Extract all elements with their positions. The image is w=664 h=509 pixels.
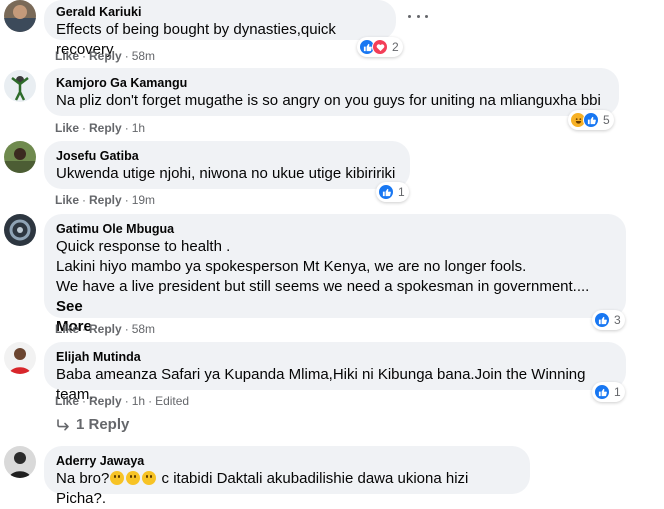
avatar[interactable]	[4, 70, 36, 102]
comment-author[interactable]: Aderry Jawaya	[56, 453, 518, 469]
timestamp[interactable]: 58m	[132, 322, 155, 336]
comment-author[interactable]: Kamjoro Ga Kamangu	[56, 75, 607, 91]
love-icon	[372, 39, 388, 55]
more-options-button[interactable]	[408, 10, 428, 22]
reply-arrow-icon	[57, 418, 69, 430]
like-action[interactable]: Like	[55, 121, 79, 135]
reply-action[interactable]: Reply	[89, 322, 122, 336]
reply-action[interactable]: Reply	[89, 121, 122, 135]
avatar[interactable]	[4, 0, 36, 32]
thinking-emoji-icon	[126, 471, 141, 485]
timestamp[interactable]: 1h	[132, 121, 145, 135]
comment-actions: Like · Reply · 1h	[55, 121, 146, 135]
thinking-emoji-icon	[110, 471, 125, 485]
comment-line: Lakini hiyo mambo ya spokesperson Mt Ken…	[56, 258, 527, 275]
reaction-count: 1	[614, 385, 621, 399]
avatar[interactable]	[4, 446, 36, 478]
timestamp[interactable]: 1h	[132, 394, 145, 408]
avatar[interactable]	[4, 214, 36, 246]
timestamp[interactable]: 58m	[132, 49, 155, 63]
like-icon	[378, 184, 394, 200]
comment-author[interactable]: Josefu Gatiba	[56, 148, 398, 164]
like-action[interactable]: Like	[55, 49, 79, 63]
comment-actions: Like · Reply · 19m	[55, 193, 156, 207]
see-more-link[interactable]: See	[56, 298, 83, 315]
like-icon	[583, 112, 599, 128]
comment-text: Na pliz don't forget mugathe is so angry…	[56, 92, 601, 109]
comment-bubble: Aderry Jawaya Na bro? c itabidi Daktali …	[44, 446, 530, 507]
comment-bubble: Elijah Mutinda Baba ameanza Safari ya Ku…	[44, 342, 626, 403]
like-icon	[594, 384, 610, 400]
reply-action[interactable]: Reply	[89, 193, 122, 207]
comment-text-start: Na bro?	[56, 470, 110, 487]
comment-text: Na bro? c itabidi Daktali akubadilishie …	[56, 469, 518, 509]
comment-text: Ukwenda utige njohi, niwona no ukue utig…	[56, 165, 396, 182]
reactions-summary[interactable]: 3	[592, 310, 625, 330]
comment-actions: Like · Reply · 58m	[55, 49, 156, 63]
comment-bubble: Josefu Gatiba Ukwenda utige njohi, niwon…	[44, 141, 410, 189]
like-action[interactable]: Like	[55, 193, 79, 207]
like-action[interactable]: Like	[55, 394, 79, 408]
thinking-emoji-icon	[142, 471, 157, 485]
like-action[interactable]: Like	[55, 322, 79, 336]
reactions-summary[interactable]: 1	[592, 382, 625, 402]
avatar[interactable]	[4, 342, 36, 374]
comment-line: We have a live president but still seems…	[56, 277, 614, 317]
reactions-summary[interactable]: 2	[357, 37, 403, 57]
reply-action[interactable]: Reply	[89, 49, 122, 63]
comment-bubble: Gerald Kariuki Effects of being bought b…	[44, 0, 396, 58]
like-icon	[594, 312, 610, 328]
view-replies-link[interactable]: 1 Reply	[56, 416, 129, 433]
comment-actions: Like · Reply · 58m	[55, 322, 156, 336]
comment-actions: Like · Reply · 1h · Edited	[55, 394, 190, 408]
comment-line: Quick response to health .	[56, 238, 231, 255]
comment-author[interactable]: Gerald Kariuki	[56, 4, 384, 20]
reaction-count: 2	[392, 40, 399, 54]
comment-line-text: We have a live president but still seems…	[56, 278, 590, 295]
reaction-count: 5	[603, 113, 610, 127]
avatar[interactable]	[4, 141, 36, 173]
comment-bubble: Gatimu Ole Mbugua Quick response to heal…	[44, 214, 626, 335]
comment-bubble: Kamjoro Ga Kamangu Na pliz don't forget …	[44, 68, 619, 116]
comment-author[interactable]: Elijah Mutinda	[56, 349, 614, 365]
view-replies-label: 1 Reply	[76, 416, 130, 433]
comment-author[interactable]: Gatimu Ole Mbugua	[56, 221, 614, 237]
reactions-summary[interactable]: 1	[376, 182, 409, 202]
reaction-count: 1	[398, 185, 405, 199]
timestamp[interactable]: 19m	[132, 193, 155, 207]
reactions-summary[interactable]: 5	[568, 110, 614, 130]
reaction-count: 3	[614, 313, 621, 327]
edited-label[interactable]: Edited	[155, 394, 189, 408]
reply-action[interactable]: Reply	[89, 394, 122, 408]
